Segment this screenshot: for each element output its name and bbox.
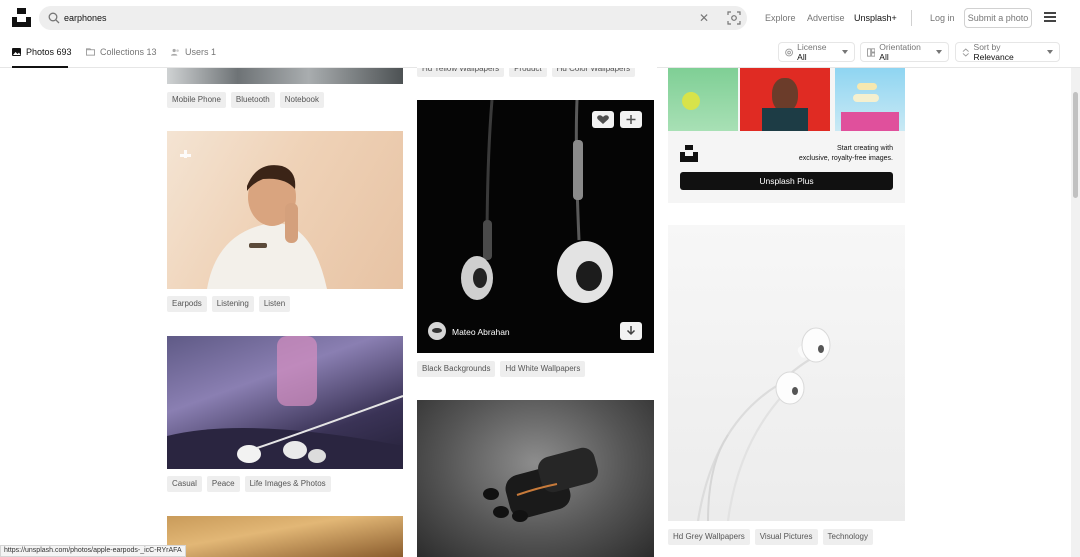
submit-photo-button[interactable]: Submit a photo [964, 8, 1032, 28]
chevron-down-icon [936, 50, 942, 54]
orientation-icon [867, 47, 876, 57]
chevron-down-icon [1047, 50, 1053, 54]
scrollbar-thumb[interactable] [1073, 92, 1078, 198]
tag[interactable]: Casual [167, 476, 202, 492]
orientation-value: All [879, 52, 889, 62]
sort-prefix: Sort by [973, 42, 1001, 52]
tag[interactable]: Mobile Phone [167, 92, 226, 108]
nav-advertise[interactable]: Advertise [807, 13, 845, 23]
photo-tags: Black Backgrounds Hd White Wallpapers [417, 361, 586, 377]
orientation-filter-label: Orientation All [879, 42, 928, 62]
wireless-earbuds-illustration [483, 447, 598, 522]
tag[interactable]: Hd Grey Wallpapers [668, 529, 750, 545]
promo-text-line1: Start creating with [836, 145, 893, 152]
download-icon [626, 326, 636, 336]
earphones-on-table-photo[interactable] [167, 336, 403, 469]
tag[interactable]: Notebook [279, 92, 324, 108]
tab-users-label: Users 1 [185, 47, 217, 57]
like-button[interactable] [592, 111, 614, 128]
photo-author[interactable]: Mateo Abrahan [452, 327, 510, 337]
search-bar[interactable]: ✕ [39, 6, 747, 30]
top-header: ✕ Explore Advertise Unsplash+ Log in Sub… [0, 0, 1080, 36]
users-icon [171, 48, 179, 56]
tag[interactable]: Visual Pictures [754, 529, 818, 545]
tab-photos[interactable]: Photos 693 [12, 47, 72, 57]
tab-collections-label: Collections 13 [100, 47, 157, 57]
sort-filter-label: Sort by Relevance [974, 42, 1039, 62]
tag[interactable]: Peace [206, 476, 240, 492]
nav-explore[interactable]: Explore [765, 13, 796, 23]
tag[interactable]: Black Backgrounds [417, 361, 496, 377]
hanging-earpods-illustration [461, 100, 613, 303]
active-tab-indicator [12, 66, 68, 68]
tag[interactable]: Earpods [167, 296, 207, 312]
promo-image-fruit [668, 68, 738, 131]
hanging-earpods-photo[interactable]: Mateo Abrahan [417, 100, 654, 353]
photo-icon [12, 48, 21, 56]
unsplash-plus-logo-icon [680, 145, 698, 162]
tag[interactable]: Product [509, 61, 547, 77]
photo-tags: Hd Yellow Wallpapers Product Hd Color Wa… [417, 61, 636, 77]
license-prefix: License [797, 42, 827, 52]
avatar[interactable] [428, 322, 446, 340]
white-earpods-illustration [696, 327, 831, 521]
unsplash-plus-promo: Start creating with exclusive, royalty-f… [668, 68, 905, 203]
tab-users[interactable]: Users 1 [171, 47, 216, 57]
page-scrollbar[interactable] [1071, 68, 1080, 557]
photo-tags: Casual Peace Life Images & Photos [167, 476, 331, 492]
license-icon [785, 48, 793, 56]
sort-value: Relevance [973, 52, 1014, 62]
collections-icon [86, 48, 95, 56]
man-with-earpods-illustration [180, 150, 327, 289]
sort-filter[interactable]: Sort by Relevance [955, 42, 1060, 62]
add-to-collection-button[interactable] [620, 111, 642, 128]
tag[interactable]: Bluetooth [230, 92, 275, 108]
hamburger-menu-icon[interactable] [1044, 12, 1056, 22]
download-button[interactable] [620, 322, 642, 340]
sort-icon [962, 47, 969, 57]
tag[interactable]: Hd Yellow Wallpapers [417, 61, 505, 77]
heart-icon [597, 115, 609, 124]
chevron-down-icon [842, 50, 848, 54]
earphones-table-illustration [167, 336, 403, 469]
search-input[interactable] [64, 6, 664, 30]
tag[interactable]: Life Images & Photos [244, 476, 331, 492]
tag[interactable]: Listen [258, 296, 291, 312]
orientation-filter[interactable]: Orientation All [860, 42, 949, 62]
nav-divider [911, 10, 912, 26]
unsplash-plus-button[interactable]: Unsplash Plus [680, 172, 893, 190]
tab-collections[interactable]: Collections 13 [86, 47, 157, 57]
orientation-prefix: Orientation [879, 42, 921, 52]
promo-text: Start creating with exclusive, royalty-f… [799, 144, 893, 164]
photo-tags: Mobile Phone Bluetooth Notebook [167, 92, 324, 108]
unsplash-logo-icon[interactable] [12, 8, 31, 27]
license-filter-label: License All [797, 42, 834, 62]
nav-login[interactable]: Log in [930, 13, 955, 23]
search-icon [48, 12, 60, 24]
photo-tags: Earpods Listening Listen [167, 296, 291, 312]
license-value: All [797, 52, 807, 62]
link-status-bar: https://unsplash.com/photos/apple-earpod… [0, 545, 186, 557]
wireless-earbuds-case-photo[interactable] [417, 400, 654, 557]
license-filter[interactable]: License All [778, 42, 855, 62]
tag[interactable]: Technology [822, 529, 873, 545]
clear-search-icon[interactable]: ✕ [699, 11, 709, 25]
white-earpods-photo[interactable] [668, 225, 905, 521]
tag[interactable]: Listening [211, 296, 254, 312]
plus-icon [626, 115, 636, 124]
tag[interactable]: Hd Color Wallpapers [551, 61, 636, 77]
promo-text-line2: exclusive, royalty-free images. [798, 155, 893, 162]
promo-image-macarons [835, 68, 905, 131]
wooden-surface-photo[interactable] [167, 516, 403, 557]
nav-unsplash-plus[interactable]: Unsplash+ [854, 13, 897, 23]
photo-tags: Hd Grey Wallpapers Visual Pictures Techn… [668, 529, 873, 545]
snowy-trees-photo[interactable] [167, 68, 403, 84]
man-with-earpods-photo[interactable] [167, 131, 403, 289]
promo-image-portrait [740, 68, 830, 131]
visual-search-icon[interactable] [727, 11, 741, 25]
tag[interactable]: Hd White Wallpapers [500, 361, 586, 377]
tab-photos-label: Photos 693 [26, 47, 72, 57]
